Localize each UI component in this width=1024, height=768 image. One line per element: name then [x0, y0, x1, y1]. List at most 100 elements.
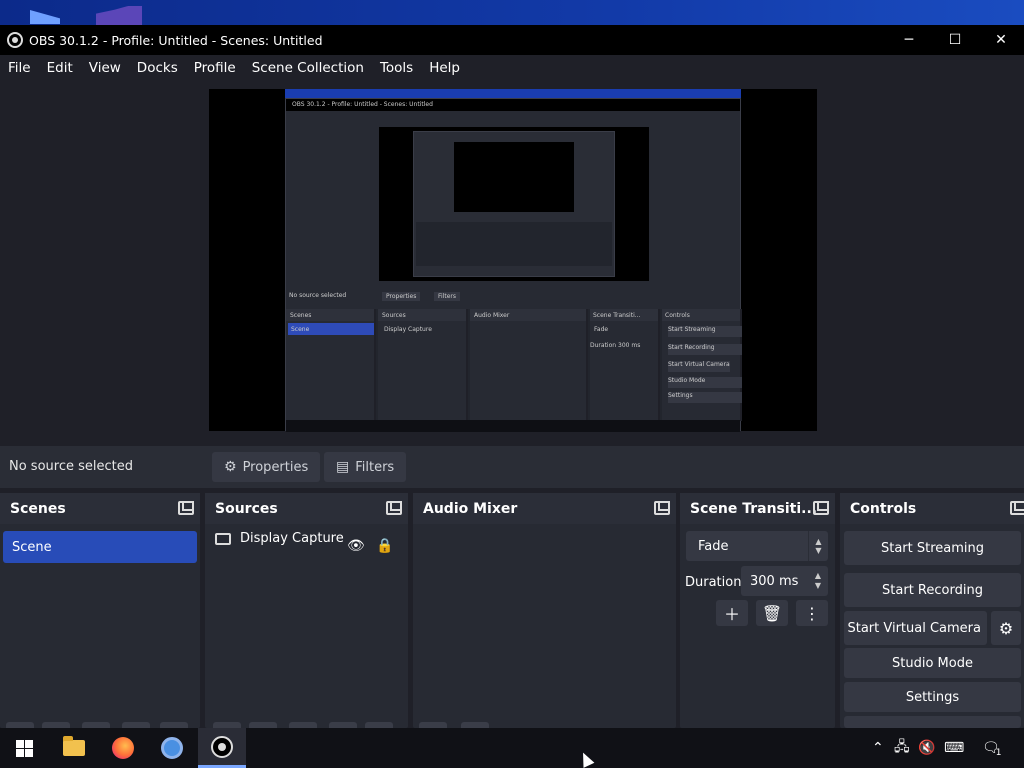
windows-logo-icon	[15, 739, 33, 757]
scenes-title: Scenes	[10, 500, 66, 517]
preview-studio-mode: Studio Mode	[668, 377, 742, 388]
preview-fade: Fade	[594, 326, 609, 333]
add-transition-button[interactable]: ＋	[716, 600, 748, 626]
undock-icon[interactable]	[1010, 501, 1024, 515]
menu-scene-collection[interactable]: Scene Collection	[244, 60, 372, 76]
plus-icon: ＋	[723, 605, 740, 624]
scene-transitions-dock-header: Scene Transiti...	[680, 493, 835, 524]
exit-button[interactable]	[844, 716, 1021, 728]
volume-muted-icon[interactable]: 🔇	[918, 728, 935, 768]
trash-icon: 🗑	[761, 603, 783, 623]
transition-select-value: Fade	[698, 538, 729, 554]
scenes-toolbar	[0, 718, 200, 728]
preview-area: OBS 30.1.2 - Profile: Untitled - Scenes:…	[0, 80, 1024, 446]
remove-transition-button[interactable]: 🗑	[756, 600, 788, 626]
start-recording-button[interactable]: Start Recording	[844, 573, 1021, 607]
preview-sources-title: Sources	[382, 312, 406, 319]
preview-duration-label: Duration	[590, 342, 617, 349]
menu-edit[interactable]: Edit	[39, 60, 81, 76]
menu-tools[interactable]: Tools	[372, 60, 421, 76]
tray-chevron-icon[interactable]: ⌃	[872, 728, 884, 768]
start-streaming-button[interactable]: Start Streaming	[844, 531, 1021, 565]
monitor-icon	[215, 532, 231, 545]
menu-view[interactable]: View	[81, 60, 129, 76]
source-toolbar: No source selected ⚙ Properties ▤ Filter…	[0, 446, 1024, 488]
taskbar-obs[interactable]	[198, 728, 246, 768]
maximize-button[interactable]: ☐	[932, 25, 978, 55]
desktop-background-strip	[0, 0, 1024, 25]
menu-docks[interactable]: Docks	[129, 60, 186, 76]
duration-label: Duration	[685, 575, 742, 590]
sources-dock-header: Sources	[205, 493, 408, 524]
desktop-shape	[30, 10, 60, 24]
preview-taskbar	[286, 420, 740, 432]
undock-icon[interactable]	[654, 501, 670, 515]
menu-file[interactable]: File	[0, 60, 39, 76]
preview-duration-value: 300 ms	[618, 342, 641, 349]
preview-nested-window	[413, 131, 615, 277]
preview-scene-item: Scene	[291, 326, 310, 333]
settings-button[interactable]: Settings	[844, 682, 1021, 712]
windows-taskbar: ⌃ 🖧 🔇 ⌨ 🗨 1	[0, 728, 1024, 768]
filter-icon: ▤	[336, 459, 350, 475]
taskbar-firefox[interactable]	[99, 728, 147, 768]
taskbar-file-explorer[interactable]	[50, 728, 98, 768]
start-button[interactable]	[0, 728, 48, 768]
scene-item-label: Scene	[12, 539, 52, 555]
preview-title: OBS 30.1.2 - Profile: Untitled - Scenes:…	[292, 101, 433, 108]
undock-icon[interactable]	[813, 501, 829, 515]
preview-virtual-camera: Start Virtual Camera	[668, 361, 730, 372]
folder-icon	[63, 736, 85, 756]
window-controls: ─ ☐ ✕	[886, 25, 1024, 55]
menu-profile[interactable]: Profile	[186, 60, 244, 76]
audio-mixer-toolbar	[413, 718, 676, 728]
more-vertical-icon: ⋮	[804, 603, 820, 623]
start-virtual-camera-button[interactable]: Start Virtual Camera	[844, 611, 987, 645]
preview-controls-title: Controls	[665, 312, 690, 319]
scene-transitions-dock: Scene Transiti... Fade ▲ ▼ Duration 300 m…	[680, 493, 835, 728]
minimize-button[interactable]: ─	[886, 25, 932, 55]
sources-dock: Sources Display Capture 👁 🔒	[205, 493, 408, 728]
preview-docks: Scenes Scene Sources Display Capture Aud…	[286, 309, 742, 421]
preview-desktop-strip	[285, 89, 741, 98]
obs-app-icon	[7, 32, 23, 48]
studio-mode-button[interactable]: Studio Mode	[844, 648, 1021, 678]
transition-select[interactable]: Fade ▲ ▼	[686, 531, 828, 561]
notification-icon[interactable]: 🗨 1	[982, 728, 1002, 768]
preview-no-source: No source selected	[289, 292, 347, 299]
lock-icon[interactable]: 🔒	[376, 538, 393, 554]
preview-settings: Settings	[668, 392, 742, 403]
gear-icon: ⚙	[998, 618, 1014, 638]
keyboard-icon[interactable]: ⌨	[944, 728, 964, 768]
spin-arrows-icon[interactable]: ▲ ▼	[808, 566, 828, 596]
preview-transitions-title: Scene Transiti...	[593, 312, 641, 319]
window-title: OBS 30.1.2 - Profile: Untitled - Scenes:…	[29, 32, 323, 48]
audio-mixer-dock: Audio Mixer	[413, 493, 676, 728]
menu-help[interactable]: Help	[421, 60, 468, 76]
source-list-item[interactable]: Display Capture	[215, 531, 344, 546]
filters-button[interactable]: ▤ Filters	[324, 452, 407, 482]
notification-count: 1	[995, 748, 1002, 758]
close-button[interactable]: ✕	[978, 25, 1024, 55]
visibility-eye-icon[interactable]: 👁	[347, 538, 365, 554]
sources-title: Sources	[215, 500, 278, 517]
properties-button[interactable]: ⚙ Properties	[212, 452, 321, 482]
transition-properties-button[interactable]: ⋮	[796, 600, 828, 626]
firefox-icon	[112, 737, 134, 759]
source-item-label: Display Capture	[240, 531, 344, 546]
network-icon[interactable]: 🖧	[894, 728, 910, 768]
preview-menubar	[286, 111, 740, 121]
undock-icon[interactable]	[386, 501, 402, 515]
taskbar-chrome[interactable]	[148, 728, 196, 768]
docks-area: Scenes Scene Sources Display Capture 👁 🔒	[0, 490, 1024, 728]
controls-dock: Controls Start Streaming Start Recording…	[840, 493, 1024, 728]
preview-filters: Filters	[434, 292, 460, 301]
preview-canvas[interactable]: OBS 30.1.2 - Profile: Untitled - Scenes:…	[209, 89, 817, 432]
scene-list-item[interactable]: Scene	[3, 531, 197, 563]
undock-icon[interactable]	[178, 501, 194, 515]
no-source-label: No source selected	[9, 459, 133, 474]
duration-spinbox[interactable]: 300 ms ▲ ▼	[741, 566, 828, 596]
virtual-camera-settings-button[interactable]: ⚙	[991, 611, 1021, 645]
window-titlebar[interactable]: OBS 30.1.2 - Profile: Untitled - Scenes:…	[0, 25, 1024, 55]
select-arrows-icon: ▲ ▼	[808, 531, 828, 561]
